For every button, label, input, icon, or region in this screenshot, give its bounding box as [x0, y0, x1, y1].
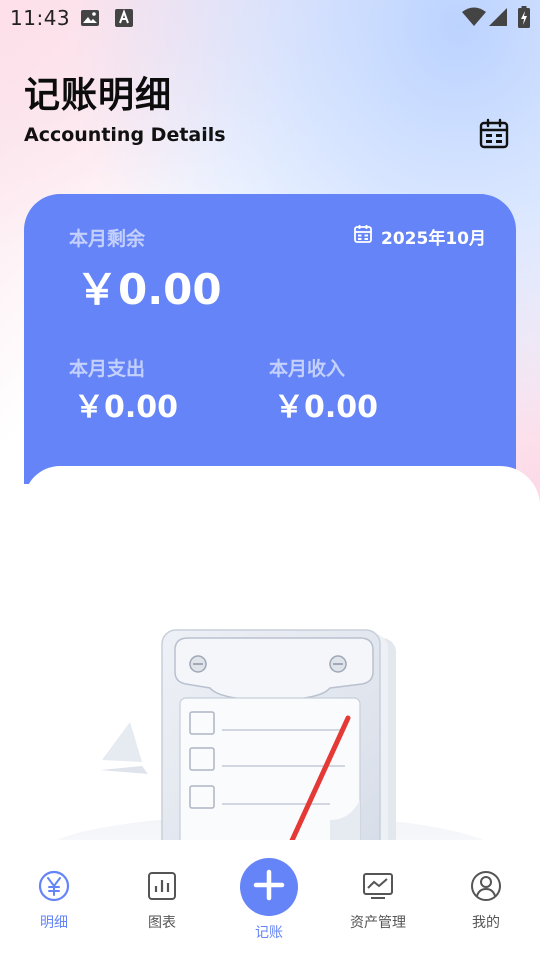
plus-icon — [252, 868, 286, 906]
yuan-circle-icon — [38, 870, 70, 906]
income-label: 本月收入 — [269, 358, 346, 380]
status-bar: 11:43 — [0, 0, 540, 36]
nav-item-assets[interactable]: 资产管理 — [333, 870, 423, 932]
empty-records-illustration — [30, 620, 510, 895]
wifi-icon — [462, 7, 486, 31]
nav-label-details: 明细 — [40, 915, 68, 931]
current-month: 2025年10月 — [381, 229, 486, 249]
calendar-small-icon — [353, 224, 373, 249]
nav-label-profile: 我的 — [472, 915, 500, 931]
page-subtitle: Accounting Details — [24, 124, 226, 146]
expense-value: ￥0.00 — [74, 390, 179, 425]
nav-item-profile[interactable]: 我的 — [441, 870, 531, 932]
balance-label: 本月剩余 — [69, 228, 146, 250]
month-picker[interactable]: 2025年10月 — [353, 224, 486, 249]
monitor-chart-icon — [362, 870, 394, 906]
calendar-icon — [478, 118, 510, 154]
balance-value: ￥0.00 — [76, 265, 222, 314]
page-title: 记账明细 — [24, 75, 173, 116]
signal-icon — [488, 7, 508, 31]
add-record-button[interactable] — [240, 858, 298, 916]
income-value: ￥0.00 — [274, 390, 379, 425]
battery-charging-icon — [518, 6, 530, 32]
bar-chart-icon — [146, 870, 178, 906]
expense-label: 本月支出 — [69, 358, 146, 380]
image-icon — [80, 8, 100, 32]
status-time: 11:43 — [10, 6, 71, 30]
nav-item-details[interactable]: 明细 — [9, 870, 99, 932]
nav-label-assets: 资产管理 — [350, 915, 406, 931]
font-download-icon — [114, 8, 134, 32]
nav-label-add: 记账 — [255, 925, 283, 941]
calendar-button[interactable] — [476, 118, 512, 154]
nav-label-charts: 图表 — [148, 915, 176, 931]
nav-item-charts[interactable]: 图表 — [117, 870, 207, 932]
user-icon — [470, 870, 502, 906]
monthly-summary-card: 本月剩余 ￥0.00 2025年10月 本月支出 ￥0.00 本月收入 ￥0.0… — [24, 194, 516, 484]
